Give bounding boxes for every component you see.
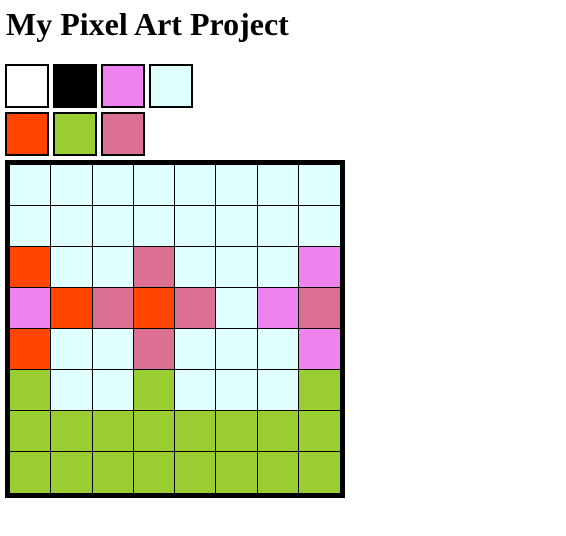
pixel-cell[interactable] [92, 206, 134, 247]
pixel-cell[interactable] [133, 165, 175, 206]
pixel-cell[interactable] [216, 411, 258, 452]
page-title: My Pixel Art Project [6, 6, 289, 42]
pixel-cell[interactable] [175, 288, 217, 329]
pixel-cell[interactable] [92, 411, 134, 452]
pixel-cell[interactable] [298, 165, 340, 206]
pixel-cell[interactable] [133, 206, 175, 247]
pixel-cell[interactable] [51, 206, 93, 247]
color-swatch[interactable] [5, 64, 49, 108]
color-swatch[interactable] [101, 112, 145, 156]
pixel-cell[interactable] [51, 452, 93, 493]
pixel-cell[interactable] [10, 206, 52, 247]
pixel-cell[interactable] [10, 329, 52, 370]
pixel-cell[interactable] [257, 329, 299, 370]
pixel-cell[interactable] [175, 411, 217, 452]
pixel-cell[interactable] [257, 247, 299, 288]
pixel-cell[interactable] [216, 288, 258, 329]
pixel-cell[interactable] [51, 411, 93, 452]
pixel-cell[interactable] [133, 370, 175, 411]
pixel-canvas [5, 160, 345, 498]
pixel-cell[interactable] [92, 370, 134, 411]
color-swatch[interactable] [53, 112, 97, 156]
pixel-cell[interactable] [298, 206, 340, 247]
pixel-cell[interactable] [10, 165, 52, 206]
pixel-cell[interactable] [175, 206, 217, 247]
pixel-cell[interactable] [175, 329, 217, 370]
pixel-cell[interactable] [92, 452, 134, 493]
pixel-cell[interactable] [216, 247, 258, 288]
pixel-cell[interactable] [216, 452, 258, 493]
palette-row [5, 112, 205, 156]
pixel-cell[interactable] [51, 288, 93, 329]
color-swatch[interactable] [53, 64, 97, 108]
pixel-cell[interactable] [175, 165, 217, 206]
pixel-cell[interactable] [10, 370, 52, 411]
pixel-cell[interactable] [133, 411, 175, 452]
pixel-cell[interactable] [216, 329, 258, 370]
pixel-cell[interactable] [133, 329, 175, 370]
pixel-cell[interactable] [257, 288, 299, 329]
color-swatch[interactable] [149, 64, 193, 108]
pixel-cell[interactable] [51, 370, 93, 411]
pixel-cell[interactable] [92, 165, 134, 206]
pixel-cell[interactable] [216, 165, 258, 206]
pixel-cell[interactable] [133, 452, 175, 493]
pixel-cell[interactable] [257, 370, 299, 411]
pixel-cell[interactable] [133, 247, 175, 288]
pixel-cell[interactable] [92, 329, 134, 370]
palette-row [5, 64, 205, 108]
pixel-cell[interactable] [257, 165, 299, 206]
pixel-cell[interactable] [10, 288, 52, 329]
pixel-cell[interactable] [298, 288, 340, 329]
pixel-cell[interactable] [175, 370, 217, 411]
pixel-cell[interactable] [216, 206, 258, 247]
pixel-cell[interactable] [257, 452, 299, 493]
pixel-cell[interactable] [216, 370, 258, 411]
pixel-cell[interactable] [92, 288, 134, 329]
pixel-cell[interactable] [298, 247, 340, 288]
color-swatch[interactable] [5, 112, 49, 156]
pixel-cell[interactable] [10, 411, 52, 452]
pixel-cell[interactable] [298, 452, 340, 493]
pixel-cell[interactable] [51, 165, 93, 206]
pixel-cell[interactable] [298, 370, 340, 411]
pixel-cell[interactable] [175, 247, 217, 288]
color-palette [5, 64, 205, 160]
pixel-cell[interactable] [133, 288, 175, 329]
pixel-cell[interactable] [175, 452, 217, 493]
pixel-cell[interactable] [92, 247, 134, 288]
pixel-cell[interactable] [51, 329, 93, 370]
pixel-cell[interactable] [298, 411, 340, 452]
pixel-cell[interactable] [51, 247, 93, 288]
pixel-cell[interactable] [10, 247, 52, 288]
pixel-cell[interactable] [257, 206, 299, 247]
color-swatch[interactable] [101, 64, 145, 108]
pixel-cell[interactable] [257, 411, 299, 452]
pixel-cell[interactable] [298, 329, 340, 370]
pixel-cell[interactable] [10, 452, 52, 493]
